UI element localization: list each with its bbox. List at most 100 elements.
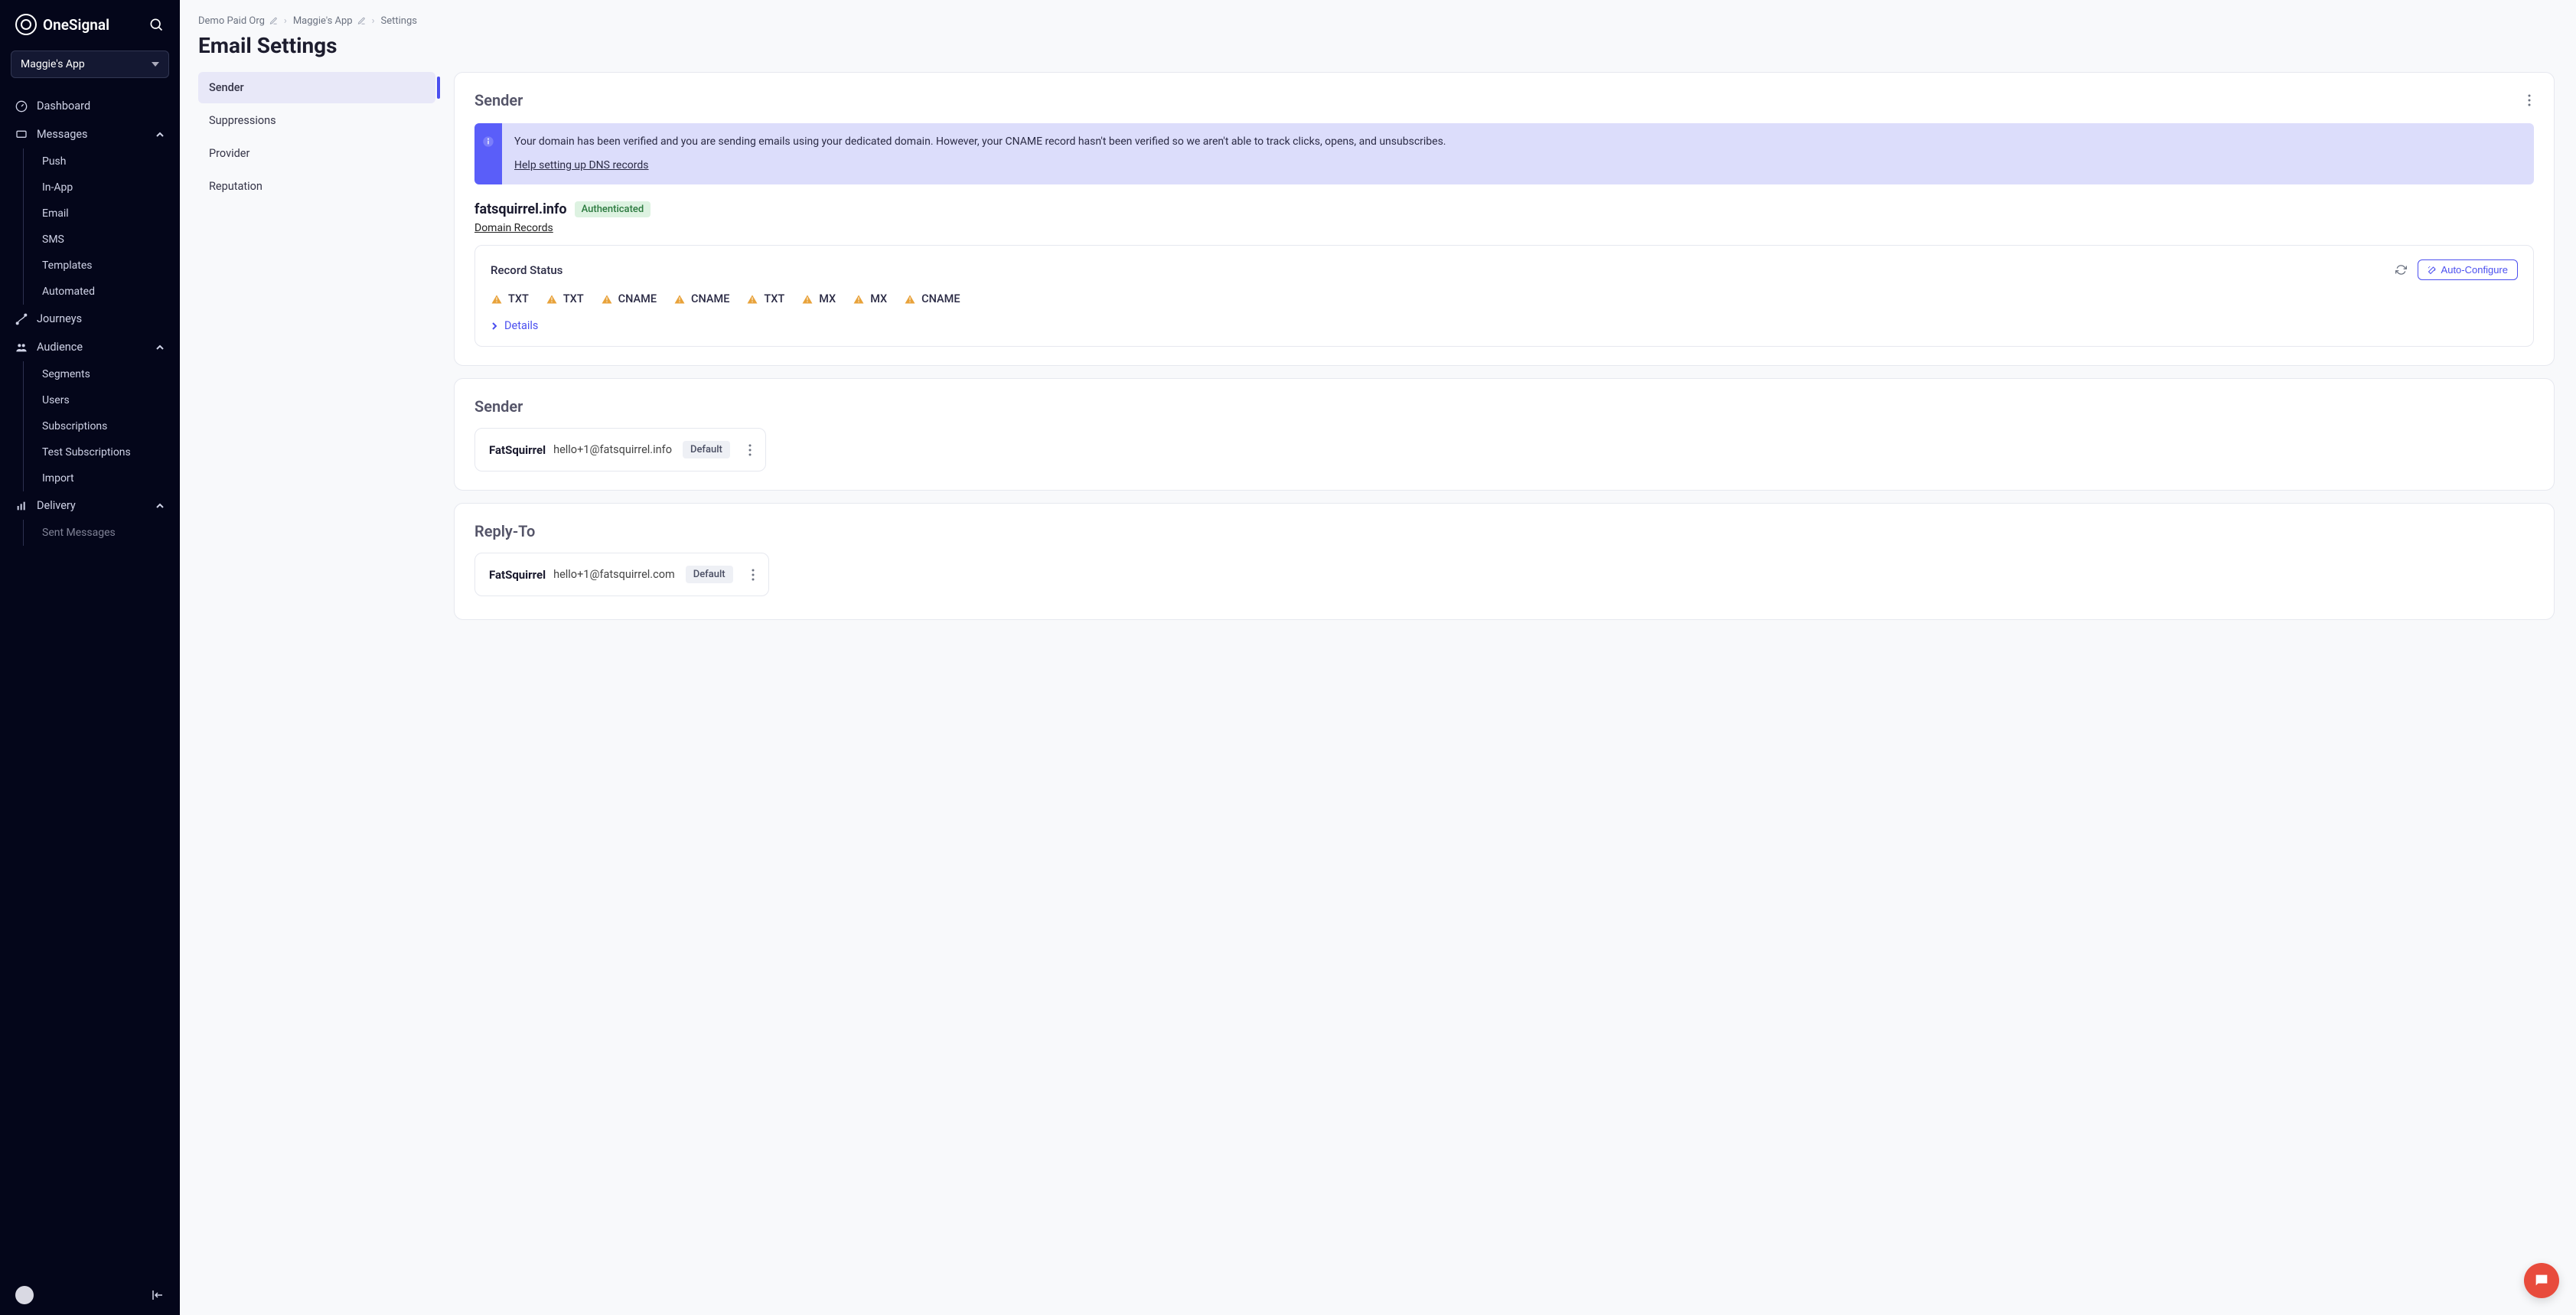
breadcrumb-page-label: Settings bbox=[381, 15, 417, 27]
warning-icon bbox=[746, 293, 758, 305]
nav-journeys-label: Journeys bbox=[37, 312, 82, 325]
details-label: Details bbox=[504, 319, 538, 332]
reply-to-title: Reply-To bbox=[474, 522, 2534, 540]
audience-icon bbox=[15, 341, 28, 354]
breadcrumb-separator: › bbox=[372, 15, 375, 27]
chevron-up-icon bbox=[155, 130, 165, 139]
nav-email[interactable]: Email bbox=[24, 201, 180, 227]
sender-section-title: Sender bbox=[474, 91, 523, 109]
record-item: CNAME bbox=[673, 292, 729, 305]
refresh-records-button[interactable] bbox=[2395, 264, 2407, 276]
sidebar-nav: Dashboard Messages Push In-App Email SMS… bbox=[0, 92, 180, 1275]
nav-automated-label: Automated bbox=[42, 286, 95, 298]
record-item: TXT bbox=[491, 292, 529, 305]
tab-suppressions[interactable]: Suppressions bbox=[198, 105, 435, 136]
tab-sender[interactable]: Sender bbox=[198, 72, 435, 103]
collapse-sidebar-button[interactable] bbox=[151, 1288, 165, 1302]
sender-name: FatSquirrel bbox=[489, 443, 546, 457]
auto-configure-button[interactable]: Auto-Configure bbox=[2418, 259, 2518, 280]
more-vertical-icon bbox=[748, 444, 752, 456]
record-item: TXT bbox=[546, 292, 584, 305]
journeys-icon bbox=[15, 313, 28, 325]
reply-to-card: Reply-To FatSquirrel hello+1@fatsquirrel… bbox=[454, 503, 2555, 620]
default-tag: Default bbox=[683, 441, 730, 458]
nav-messages[interactable]: Messages bbox=[0, 120, 180, 148]
nav-journeys[interactable]: Journeys bbox=[0, 305, 180, 333]
wand-icon bbox=[2428, 266, 2437, 275]
domain-records-link[interactable]: Domain Records bbox=[474, 222, 553, 234]
nav-delivery[interactable]: Delivery bbox=[0, 491, 180, 520]
support-chat-button[interactable] bbox=[2524, 1263, 2559, 1298]
alert-help-link[interactable]: Help setting up DNS records bbox=[514, 158, 649, 174]
dashboard-icon bbox=[15, 100, 28, 113]
breadcrumb-org-label: Demo Paid Org bbox=[198, 15, 265, 27]
records-row: TXT TXT CNAME CNAME TXT MX MX CNAME bbox=[491, 292, 2518, 305]
nav-subscriptions[interactable]: Subscriptions bbox=[24, 413, 180, 439]
brand-logo[interactable]: OneSignal bbox=[15, 14, 109, 35]
app-selector-value: Maggie's App bbox=[21, 58, 85, 70]
search-icon bbox=[148, 17, 164, 32]
nav-inapp[interactable]: In-App bbox=[24, 175, 180, 201]
reply-to-email: hello+1@fatsquirrel.com bbox=[553, 568, 675, 581]
breadcrumb-org[interactable]: Demo Paid Org bbox=[198, 15, 278, 27]
warning-icon bbox=[853, 293, 865, 305]
record-item: MX bbox=[801, 292, 836, 305]
record-item: MX bbox=[853, 292, 887, 305]
brand-name: OneSignal bbox=[43, 16, 109, 34]
breadcrumb-page: Settings bbox=[381, 15, 417, 27]
more-vertical-icon bbox=[2528, 94, 2531, 106]
tab-provider-label: Provider bbox=[209, 147, 249, 160]
nav-users[interactable]: Users bbox=[24, 387, 180, 413]
delivery-icon bbox=[15, 500, 28, 512]
record-item: TXT bbox=[746, 292, 784, 305]
sidebar: OneSignal Maggie's App Dashboard Message… bbox=[0, 0, 180, 1315]
chevron-up-icon bbox=[155, 501, 165, 511]
nav-dashboard[interactable]: Dashboard bbox=[0, 92, 180, 120]
record-status-label: Record Status bbox=[491, 263, 562, 277]
breadcrumb-app-label: Maggie's App bbox=[293, 15, 353, 27]
nav-push[interactable]: Push bbox=[24, 148, 180, 175]
main-content: Demo Paid Org › Maggie's App › Settings … bbox=[180, 0, 2576, 1315]
warning-icon bbox=[601, 293, 613, 305]
details-toggle[interactable]: Details bbox=[491, 319, 2518, 332]
nav-templates-label: Templates bbox=[42, 259, 93, 272]
edit-icon bbox=[269, 17, 278, 25]
nav-push-label: Push bbox=[42, 155, 67, 168]
tab-provider[interactable]: Provider bbox=[198, 138, 435, 169]
reply-to-item: FatSquirrel hello+1@fatsquirrel.com Defa… bbox=[474, 553, 769, 596]
settings-tabs: Sender Suppressions Provider Reputation bbox=[198, 72, 435, 620]
tab-reputation[interactable]: Reputation bbox=[198, 171, 435, 202]
sender-entry-title: Sender bbox=[474, 397, 2534, 416]
breadcrumb-separator: › bbox=[284, 15, 287, 27]
nav-templates[interactable]: Templates bbox=[24, 253, 180, 279]
auto-configure-label: Auto-Configure bbox=[2441, 264, 2508, 276]
search-button[interactable] bbox=[148, 16, 165, 33]
sender-item-more-button[interactable] bbox=[748, 444, 752, 456]
nav-dashboard-label: Dashboard bbox=[37, 100, 90, 113]
warning-icon bbox=[904, 293, 916, 305]
breadcrumb-app[interactable]: Maggie's App bbox=[293, 15, 366, 27]
user-avatar[interactable] bbox=[15, 1286, 34, 1304]
nav-import[interactable]: Import bbox=[24, 465, 180, 491]
record-item: CNAME bbox=[601, 292, 657, 305]
nav-audience-label: Audience bbox=[37, 341, 83, 354]
warning-icon bbox=[801, 293, 814, 305]
nav-test-subscriptions[interactable]: Test Subscriptions bbox=[24, 439, 180, 465]
nav-segments[interactable]: Segments bbox=[24, 361, 180, 387]
nav-sms[interactable]: SMS bbox=[24, 227, 180, 253]
page-title: Email Settings bbox=[198, 33, 2555, 58]
record-status-box: Record Status Auto-Configure bbox=[474, 245, 2534, 347]
more-vertical-icon bbox=[752, 569, 755, 581]
nav-subscriptions-label: Subscriptions bbox=[42, 420, 107, 432]
refresh-icon bbox=[2395, 264, 2407, 276]
reply-to-item-more-button[interactable] bbox=[752, 569, 755, 581]
brand-logo-icon bbox=[15, 14, 37, 35]
app-selector[interactable]: Maggie's App bbox=[11, 51, 169, 78]
chevron-up-icon bbox=[155, 343, 165, 352]
sender-section-more-button[interactable] bbox=[2525, 91, 2534, 109]
info-icon bbox=[474, 123, 502, 184]
nav-sent-messages[interactable]: Sent Messages bbox=[24, 520, 180, 546]
nav-audience[interactable]: Audience bbox=[0, 333, 180, 361]
nav-automated[interactable]: Automated bbox=[24, 279, 180, 305]
sender-item: FatSquirrel hello+1@fatsquirrel.info Def… bbox=[474, 428, 766, 472]
